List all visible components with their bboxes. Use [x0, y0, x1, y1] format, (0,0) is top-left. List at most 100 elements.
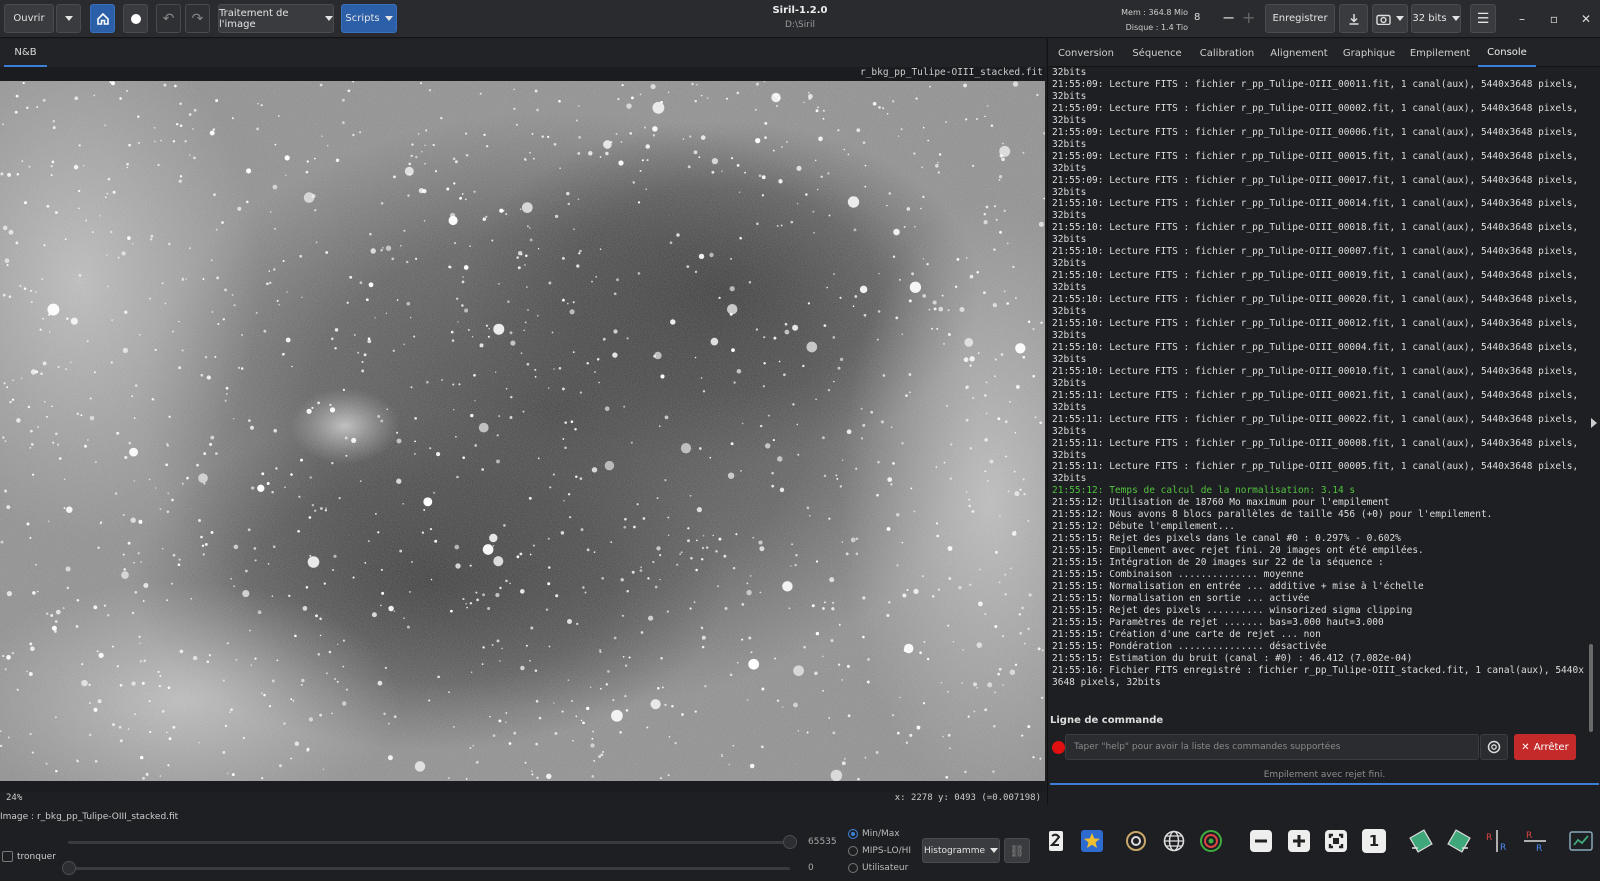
mirror-y-button[interactable]: RR [1520, 826, 1550, 856]
star [474, 400, 476, 402]
thread-count[interactable]: 8 [1194, 12, 1200, 23]
star [574, 428, 577, 431]
console-scrollbar[interactable] [1589, 644, 1593, 732]
radio-minmax[interactable]: Min/Max [848, 829, 900, 839]
star [212, 128, 216, 131]
star [933, 307, 937, 311]
hi-slider-track[interactable] [68, 841, 790, 844]
star [30, 301, 33, 304]
star [107, 285, 109, 288]
tab-stacking[interactable]: Empilement [1402, 39, 1478, 67]
star [42, 317, 44, 320]
radio-mips[interactable]: MIPS-LO/HI [848, 846, 911, 856]
star [254, 657, 257, 660]
star [1027, 320, 1031, 324]
undo-button[interactable]: ↶ [156, 4, 181, 33]
home-button[interactable] [90, 4, 115, 33]
star [4, 258, 10, 264]
zoom-in-button[interactable] [1284, 826, 1314, 856]
star [154, 487, 157, 489]
livestack-button[interactable] [123, 4, 148, 33]
star [507, 300, 510, 303]
zoom-one-button[interactable]: 1 [1359, 826, 1389, 856]
lo-slider-track[interactable] [68, 867, 790, 870]
save-button[interactable]: Enregistrer [1265, 4, 1335, 33]
star [906, 207, 911, 211]
stop-button[interactable]: ✕ Arrêter [1514, 734, 1576, 760]
rotate-left-button[interactable] [1406, 826, 1436, 856]
console-log[interactable]: 32bits 21:55:09: Lecture FITS : fichier r… [1050, 67, 1586, 732]
star [833, 273, 835, 275]
star [403, 617, 405, 619]
close-icon[interactable]: ✕ [1575, 8, 1597, 30]
tab-conversion[interactable]: Conversion [1050, 39, 1122, 67]
recent-files-dropdown[interactable] [56, 4, 81, 33]
tab-plot[interactable]: Graphique [1336, 39, 1402, 67]
minus-icon[interactable]: − [1222, 8, 1235, 27]
star [790, 220, 794, 224]
save-as-button[interactable] [1339, 4, 1368, 33]
truncate-checkbox[interactable]: tronquer [2, 851, 56, 862]
redo-button[interactable]: ↷ [185, 4, 210, 33]
star [171, 582, 173, 585]
astro-image[interactable] [0, 81, 1045, 781]
star [549, 486, 552, 489]
hi-slider-knob[interactable] [783, 835, 797, 849]
star [474, 444, 478, 447]
negative-view-button[interactable] [1041, 826, 1071, 856]
scripts-menu[interactable]: Scripts [341, 4, 397, 33]
color-view-button[interactable] [1077, 826, 1107, 856]
star [481, 468, 485, 471]
star [297, 529, 300, 533]
maximize-icon[interactable]: ▫ [1543, 8, 1565, 30]
radio-user[interactable]: Utilisateur [848, 863, 908, 873]
star [551, 331, 554, 334]
tab-sequence[interactable]: Séquence [1122, 39, 1192, 67]
star [812, 210, 815, 213]
star [701, 635, 706, 640]
tab-calibration[interactable]: Calibration [1192, 39, 1262, 67]
link-channels-button[interactable]: ⛓ [1004, 838, 1030, 863]
zoom-out-button[interactable] [1246, 826, 1276, 856]
minimize-icon[interactable]: – [1511, 8, 1533, 30]
image-viewer[interactable]: r_bkg_pp_Tulipe-OIII_stacked.fit [0, 67, 1045, 792]
psf-button[interactable] [1196, 826, 1226, 856]
plus-icon[interactable]: + [1242, 8, 1255, 27]
photometry-button[interactable] [1121, 826, 1151, 856]
snapshot-button[interactable] [1372, 4, 1408, 33]
zoom-fit-button[interactable] [1321, 826, 1351, 856]
star [807, 91, 810, 94]
star [31, 473, 35, 476]
lo-slider-knob[interactable] [62, 861, 76, 875]
plate-solve-button[interactable] [1159, 826, 1189, 856]
lo-value[interactable]: 0 [808, 863, 814, 873]
mirror-x-button[interactable]: RR [1482, 826, 1512, 856]
image-processing-menu[interactable]: Traitement de l'image [218, 4, 334, 33]
star [641, 159, 644, 162]
star [994, 625, 998, 628]
tab-registration[interactable]: Alignement [1262, 39, 1336, 67]
star [541, 135, 544, 138]
statistics-button[interactable] [1566, 826, 1596, 856]
command-help-button[interactable] [1480, 734, 1508, 760]
display-mode-dropdown[interactable]: Histogramme [922, 838, 1000, 863]
star [646, 159, 649, 162]
main-menu-button[interactable]: ☰ [1470, 4, 1496, 33]
tab-mono[interactable]: N&B [4, 39, 47, 67]
star [890, 426, 893, 429]
star [553, 702, 555, 704]
rotate-right-button[interactable] [1444, 826, 1474, 856]
star [97, 699, 102, 704]
command-input[interactable]: Taper "help" pour avoir la liste des com… [1065, 734, 1479, 760]
bit-depth-dropdown[interactable]: 32 bits [1411, 4, 1461, 33]
open-button[interactable]: Ouvrir [4, 4, 54, 33]
star [367, 339, 372, 344]
hi-value[interactable]: 65535 [808, 837, 837, 847]
progress-bar [1050, 783, 1599, 785]
panel-toggle-icon[interactable] [1591, 418, 1597, 428]
star [806, 341, 818, 353]
tab-console[interactable]: Console [1478, 39, 1536, 67]
star [393, 715, 397, 719]
star [553, 143, 557, 146]
star [119, 97, 122, 100]
